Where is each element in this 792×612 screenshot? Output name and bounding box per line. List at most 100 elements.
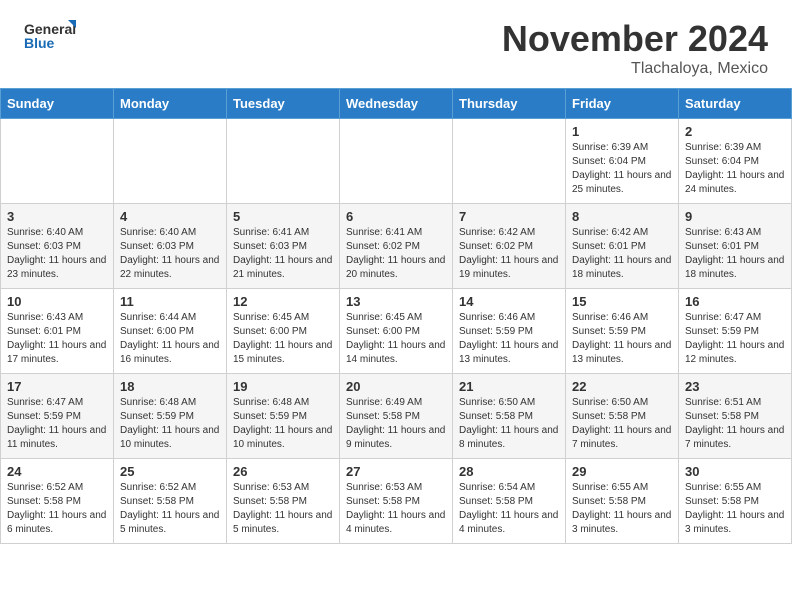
day-number: 2 — [685, 124, 785, 139]
day-info-line: Sunrise: 6:40 AM — [120, 227, 196, 238]
day-info-line: Daylight: 11 hours and 18 minutes. — [572, 255, 671, 280]
day-info: Sunrise: 6:47 AMSunset: 5:59 PMDaylight:… — [7, 396, 107, 452]
day-info-line: Sunset: 6:02 PM — [346, 241, 420, 252]
day-info-line: Sunrise: 6:46 AM — [572, 312, 648, 323]
day-info: Sunrise: 6:48 AMSunset: 5:59 PMDaylight:… — [233, 396, 333, 452]
day-info-line: Sunset: 5:58 PM — [233, 496, 307, 507]
day-info: Sunrise: 6:43 AMSunset: 6:01 PMDaylight:… — [685, 226, 785, 282]
day-info: Sunrise: 6:39 AMSunset: 6:04 PMDaylight:… — [685, 141, 785, 197]
logo-svg: General Blue — [24, 18, 76, 58]
day-info-line: Daylight: 11 hours and 13 minutes. — [572, 340, 671, 365]
day-info-line: Sunset: 5:58 PM — [459, 496, 533, 507]
day-info: Sunrise: 6:50 AMSunset: 5:58 PMDaylight:… — [459, 396, 559, 452]
day-info-line: Daylight: 11 hours and 21 minutes. — [233, 255, 332, 280]
calendar-day-cell: 9Sunrise: 6:43 AMSunset: 6:01 PMDaylight… — [679, 204, 792, 289]
calendar-week-row: 17 Sunrise: 6:47 AMSunset: 5:59 PMDayligh… — [1, 374, 792, 459]
day-info-line: Sunrise: 6:54 AM — [459, 482, 535, 493]
day-info-line: Sunrise: 6:51 AM — [685, 397, 761, 408]
day-number: 14 — [459, 294, 559, 309]
calendar-day-cell: 22Sunrise: 6:50 AMSunset: 5:58 PMDayligh… — [566, 374, 679, 459]
day-info-line: Sunset: 6:03 PM — [7, 241, 81, 252]
day-info: Sunrise: 6:55 AMSunset: 5:58 PMDaylight:… — [572, 481, 672, 537]
logo: General Blue — [24, 18, 76, 58]
day-info: Sunrise: 6:48 AMSunset: 5:59 PMDaylight:… — [120, 396, 220, 452]
calendar-day-cell: 15Sunrise: 6:46 AMSunset: 5:59 PMDayligh… — [566, 289, 679, 374]
day-info-line: Sunrise: 6:53 AM — [346, 482, 422, 493]
day-info-line: Daylight: 11 hours and 25 minutes. — [572, 170, 671, 195]
calendar-day-cell: 24 Sunrise: 6:52 AMSunset: 5:58 PMDayligh… — [1, 459, 114, 544]
calendar-week-row: 10 Sunrise: 6:43 AMSunset: 6:01 PMDayligh… — [1, 289, 792, 374]
day-info-line: Sunrise: 6:43 AM — [685, 227, 761, 238]
day-info-line: Sunset: 5:58 PM — [685, 496, 759, 507]
day-info-line: Daylight: 11 hours and 7 minutes. — [572, 425, 671, 450]
calendar-day-cell — [340, 119, 453, 204]
day-info-line: Sunset: 5:58 PM — [572, 496, 646, 507]
day-number: 13 — [346, 294, 446, 309]
day-info-line: Sunrise: 6:53 AM — [233, 482, 309, 493]
day-info-line: Daylight: 11 hours and 24 minutes. — [685, 170, 784, 195]
calendar-day-cell: 25 Sunrise: 6:52 AMSunset: 5:58 PMDayligh… — [114, 459, 227, 544]
day-info-line: Sunset: 5:58 PM — [685, 411, 759, 422]
day-info-line: Sunset: 5:59 PM — [459, 326, 533, 337]
day-info-line: Daylight: 11 hours and 15 minutes. — [233, 340, 332, 365]
day-info: Sunrise: 6:43 AMSunset: 6:01 PMDaylight:… — [7, 311, 107, 367]
calendar-day-cell: 30Sunrise: 6:55 AMSunset: 5:58 PMDayligh… — [679, 459, 792, 544]
day-info: Sunrise: 6:45 AMSunset: 6:00 PMDaylight:… — [346, 311, 446, 367]
calendar-day-cell: 17 Sunrise: 6:47 AMSunset: 5:59 PMDayligh… — [1, 374, 114, 459]
day-number: 10 — [7, 294, 107, 309]
subtitle: Tlachaloya, Mexico — [502, 60, 768, 78]
day-info-line: Daylight: 11 hours and 20 minutes. — [346, 255, 445, 280]
day-info-line: Sunset: 5:58 PM — [572, 411, 646, 422]
day-number: 3 — [7, 209, 107, 224]
day-info-line: Sunset: 6:02 PM — [459, 241, 533, 252]
day-info-line: Sunset: 6:00 PM — [120, 326, 194, 337]
day-number: 1 — [572, 124, 672, 139]
day-number: 22 — [572, 379, 672, 394]
day-info-line: Sunset: 6:00 PM — [233, 326, 307, 337]
day-info-line: Sunset: 6:01 PM — [572, 241, 646, 252]
day-info: Sunrise: 6:40 AMSunset: 6:03 PMDaylight:… — [7, 226, 107, 282]
day-info: Sunrise: 6:51 AMSunset: 5:58 PMDaylight:… — [685, 396, 785, 452]
calendar-day-cell: 3 Sunrise: 6:40 AMSunset: 6:03 PMDaylight… — [1, 204, 114, 289]
day-info: Sunrise: 6:44 AMSunset: 6:00 PMDaylight:… — [120, 311, 220, 367]
day-info-line: Sunset: 6:04 PM — [572, 156, 646, 167]
calendar-day-cell — [227, 119, 340, 204]
day-info: Sunrise: 6:47 AMSunset: 5:59 PMDaylight:… — [685, 311, 785, 367]
day-of-week-header: Thursday — [453, 89, 566, 119]
calendar-day-cell — [1, 119, 114, 204]
day-of-week-header: Friday — [566, 89, 679, 119]
day-number: 24 — [7, 464, 107, 479]
day-info-line: Daylight: 11 hours and 3 minutes. — [572, 510, 671, 535]
day-info-line: Sunrise: 6:42 AM — [572, 227, 648, 238]
main-title: November 2024 — [502, 18, 768, 60]
calendar-day-cell: 19 Sunrise: 6:48 AMSunset: 5:59 PMDayligh… — [227, 374, 340, 459]
calendar-day-cell: 14Sunrise: 6:46 AMSunset: 5:59 PMDayligh… — [453, 289, 566, 374]
calendar-day-cell: 11 Sunrise: 6:44 AMSunset: 6:00 PMDayligh… — [114, 289, 227, 374]
calendar-day-cell: 8Sunrise: 6:42 AMSunset: 6:01 PMDaylight… — [566, 204, 679, 289]
calendar-day-cell: 20Sunrise: 6:49 AMSunset: 5:58 PMDayligh… — [340, 374, 453, 459]
day-info-line: Sunrise: 6:41 AM — [233, 227, 309, 238]
day-number: 11 — [120, 294, 220, 309]
day-info-line: Sunset: 5:59 PM — [685, 326, 759, 337]
day-number: 25 — [120, 464, 220, 479]
day-info-line: Daylight: 11 hours and 11 minutes. — [7, 425, 106, 450]
calendar-week-row: 3Sunrise: 6:40 AMSunset: 6:03 PMDaylight… — [1, 204, 792, 289]
calendar-day-cell: 28Sunrise: 6:54 AMSunset: 5:58 PMDayligh… — [453, 459, 566, 544]
day-info: Sunrise: 6:42 AM Sunset: 6:01 PM Daylight:… — [572, 226, 672, 282]
day-info-line: Daylight: 11 hours and 8 minutes. — [459, 425, 558, 450]
day-number: 17 — [7, 379, 107, 394]
days-of-week-row: SundayMondayTuesdayWednesdayThursdayFrid… — [1, 89, 792, 119]
calendar-day-cell — [453, 119, 566, 204]
day-info: Sunrise: 6:52 AMSunset: 5:58 PMDaylight:… — [120, 481, 220, 537]
day-info: Sunrise: 6:46 AMSunset: 5:59 PMDaylight:… — [572, 311, 672, 367]
day-number: 19 — [233, 379, 333, 394]
day-info: Sunrise: 6:52 AMSunset: 5:58 PMDaylight:… — [7, 481, 107, 537]
day-number: 23 — [685, 379, 785, 394]
calendar-day-cell: 16Sunrise: 6:47 AMSunset: 5:59 PMDayligh… — [679, 289, 792, 374]
day-info-line: Sunrise: 6:45 AM — [233, 312, 309, 323]
calendar-day-cell: 13 Sunrise: 6:45 AMSunset: 6:00 PMDayligh… — [340, 289, 453, 374]
day-number: 21 — [459, 379, 559, 394]
day-info: Sunrise: 6:41 AMSunset: 6:02 PMDaylight:… — [346, 226, 446, 282]
day-info-line: Daylight: 11 hours and 17 minutes. — [7, 340, 106, 365]
day-info: Sunrise: 6:53 AMSunset: 5:58 PMDaylight:… — [233, 481, 333, 537]
